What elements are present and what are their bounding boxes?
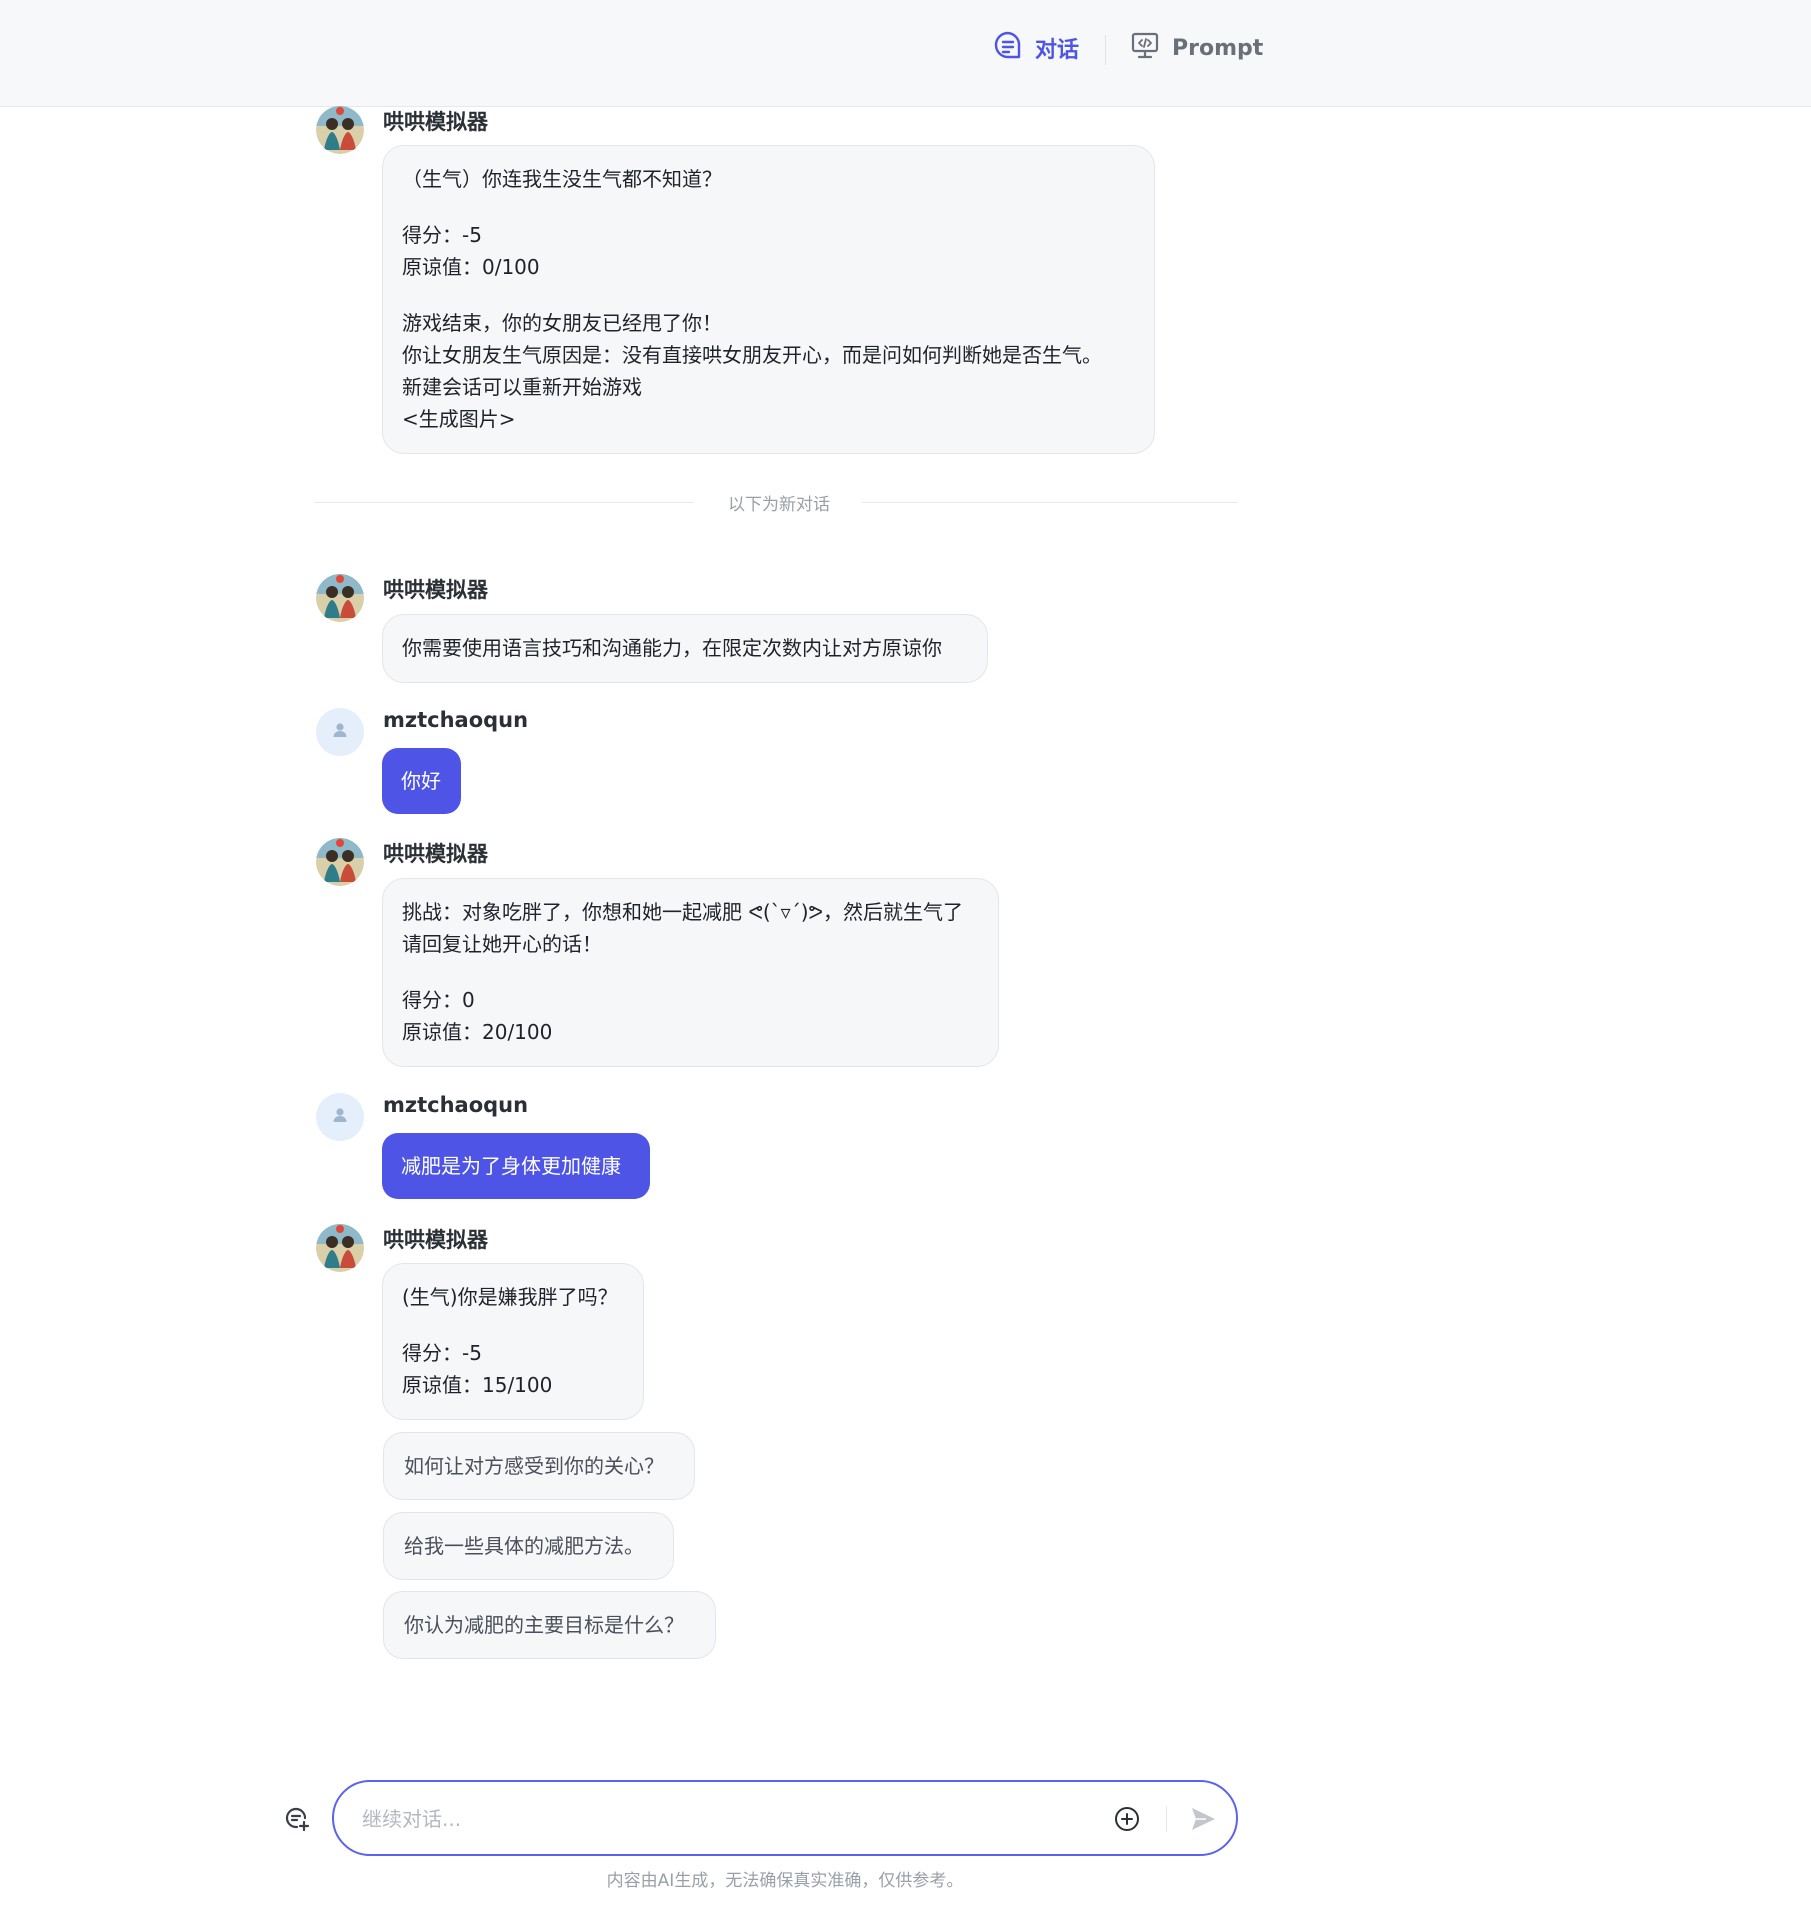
top-bar: 对话 Prompt — [0, 0, 1811, 107]
tab-chat-label: 对话 — [1035, 38, 1080, 63]
new-chat-icon[interactable] — [283, 1805, 311, 1833]
divider-line-left — [314, 502, 694, 503]
bot-message-bubble: 挑战：对象吃胖了，你想和她一起减肥 ᕙ(`▿´)ᕗ，然后就生气了 请回复让她开心… — [382, 878, 999, 1067]
ai-disclaimer: 内容由AI生成，无法确保真实准确，仅供参考。 — [606, 1871, 964, 1891]
message-line: 你让女朋友生气原因是：没有直接哄女朋友开心，而是问如何判断她是否生气。 — [402, 343, 1102, 367]
bot-avatar — [316, 106, 364, 154]
forgiveness-line: 原谅值：15/100 — [402, 1373, 553, 1397]
divider-line-right — [862, 502, 1238, 503]
sender-name: 哄哄模拟器 — [383, 578, 488, 602]
input-divider — [1166, 1806, 1167, 1832]
tab-prompt-label: Prompt — [1172, 35, 1264, 61]
message-line: （生气）你连我生没生气都不知道？ — [402, 167, 722, 191]
sender-name: 哄哄模拟器 — [383, 1228, 488, 1252]
new-conversation-divider: 以下为新对话 — [728, 495, 830, 515]
user-message-bubble: 减肥是为了身体更加健康 — [382, 1133, 650, 1199]
user-message-bubble: 你好 — [382, 748, 461, 814]
suggested-reply[interactable]: 你认为减肥的主要目标是什么？ — [383, 1591, 716, 1659]
sender-name: 哄哄模拟器 — [383, 110, 488, 134]
sender-name: mztchaoqun — [383, 1093, 529, 1117]
message-line: <生成图片> — [402, 407, 516, 431]
suggested-reply[interactable]: 给我一些具体的减肥方法。 — [383, 1512, 674, 1580]
message-line: (生气)你是嫌我胖了吗？ — [402, 1285, 618, 1309]
send-icon[interactable] — [1188, 1804, 1218, 1834]
message-line: 挑战：对象吃胖了，你想和她一起减肥 ᕙ(`▿´)ᕗ，然后就生气了 — [402, 900, 964, 924]
person-icon — [330, 1105, 350, 1129]
score-line: 得分：0 — [402, 988, 475, 1012]
bot-avatar — [316, 838, 364, 886]
tab-chat[interactable]: 对话 — [993, 30, 1079, 66]
bot-avatar — [316, 1224, 364, 1272]
sender-name: mztchaoqun — [383, 708, 529, 732]
person-icon — [330, 720, 350, 744]
message-input-box — [332, 1780, 1238, 1856]
bot-message-bubble: （生气）你连我生没生气都不知道？ 得分：-5 原谅值：0/100 游戏结束，你的… — [382, 145, 1155, 454]
message-line: 新建会话可以重新开始游戏 — [402, 375, 642, 399]
message-line: 游戏结束，你的女朋友已经甩了你！ — [402, 311, 722, 335]
bot-message-bubble: (生气)你是嫌我胖了吗？ 得分：-5 原谅值：15/100 — [382, 1263, 644, 1420]
score-line: 得分：-5 — [402, 1341, 482, 1365]
forgiveness-line: 原谅值：20/100 — [402, 1020, 553, 1044]
user-avatar — [316, 1093, 364, 1141]
forgiveness-line: 原谅值：0/100 — [402, 255, 540, 279]
monitor-code-icon — [1130, 30, 1160, 66]
sender-name: 哄哄模拟器 — [383, 842, 488, 866]
message-line: 你需要使用语言技巧和沟通能力，在限定次数内让对方原谅你 — [402, 636, 942, 660]
score-line: 得分：-5 — [402, 223, 482, 247]
suggested-reply[interactable]: 如何让对方感受到你的关心？ — [383, 1432, 695, 1500]
message-line: 请回复让她开心的话！ — [402, 932, 602, 956]
add-circle-icon[interactable] — [1114, 1806, 1140, 1832]
message-input[interactable] — [360, 1800, 1104, 1838]
tab-divider — [1105, 35, 1106, 65]
user-avatar — [316, 708, 364, 756]
tab-prompt[interactable]: Prompt — [1130, 30, 1263, 66]
bot-message-bubble: 你需要使用语言技巧和沟通能力，在限定次数内让对方原谅你 — [382, 614, 988, 683]
chat-bubble-icon — [993, 30, 1023, 66]
bot-avatar — [316, 574, 364, 622]
